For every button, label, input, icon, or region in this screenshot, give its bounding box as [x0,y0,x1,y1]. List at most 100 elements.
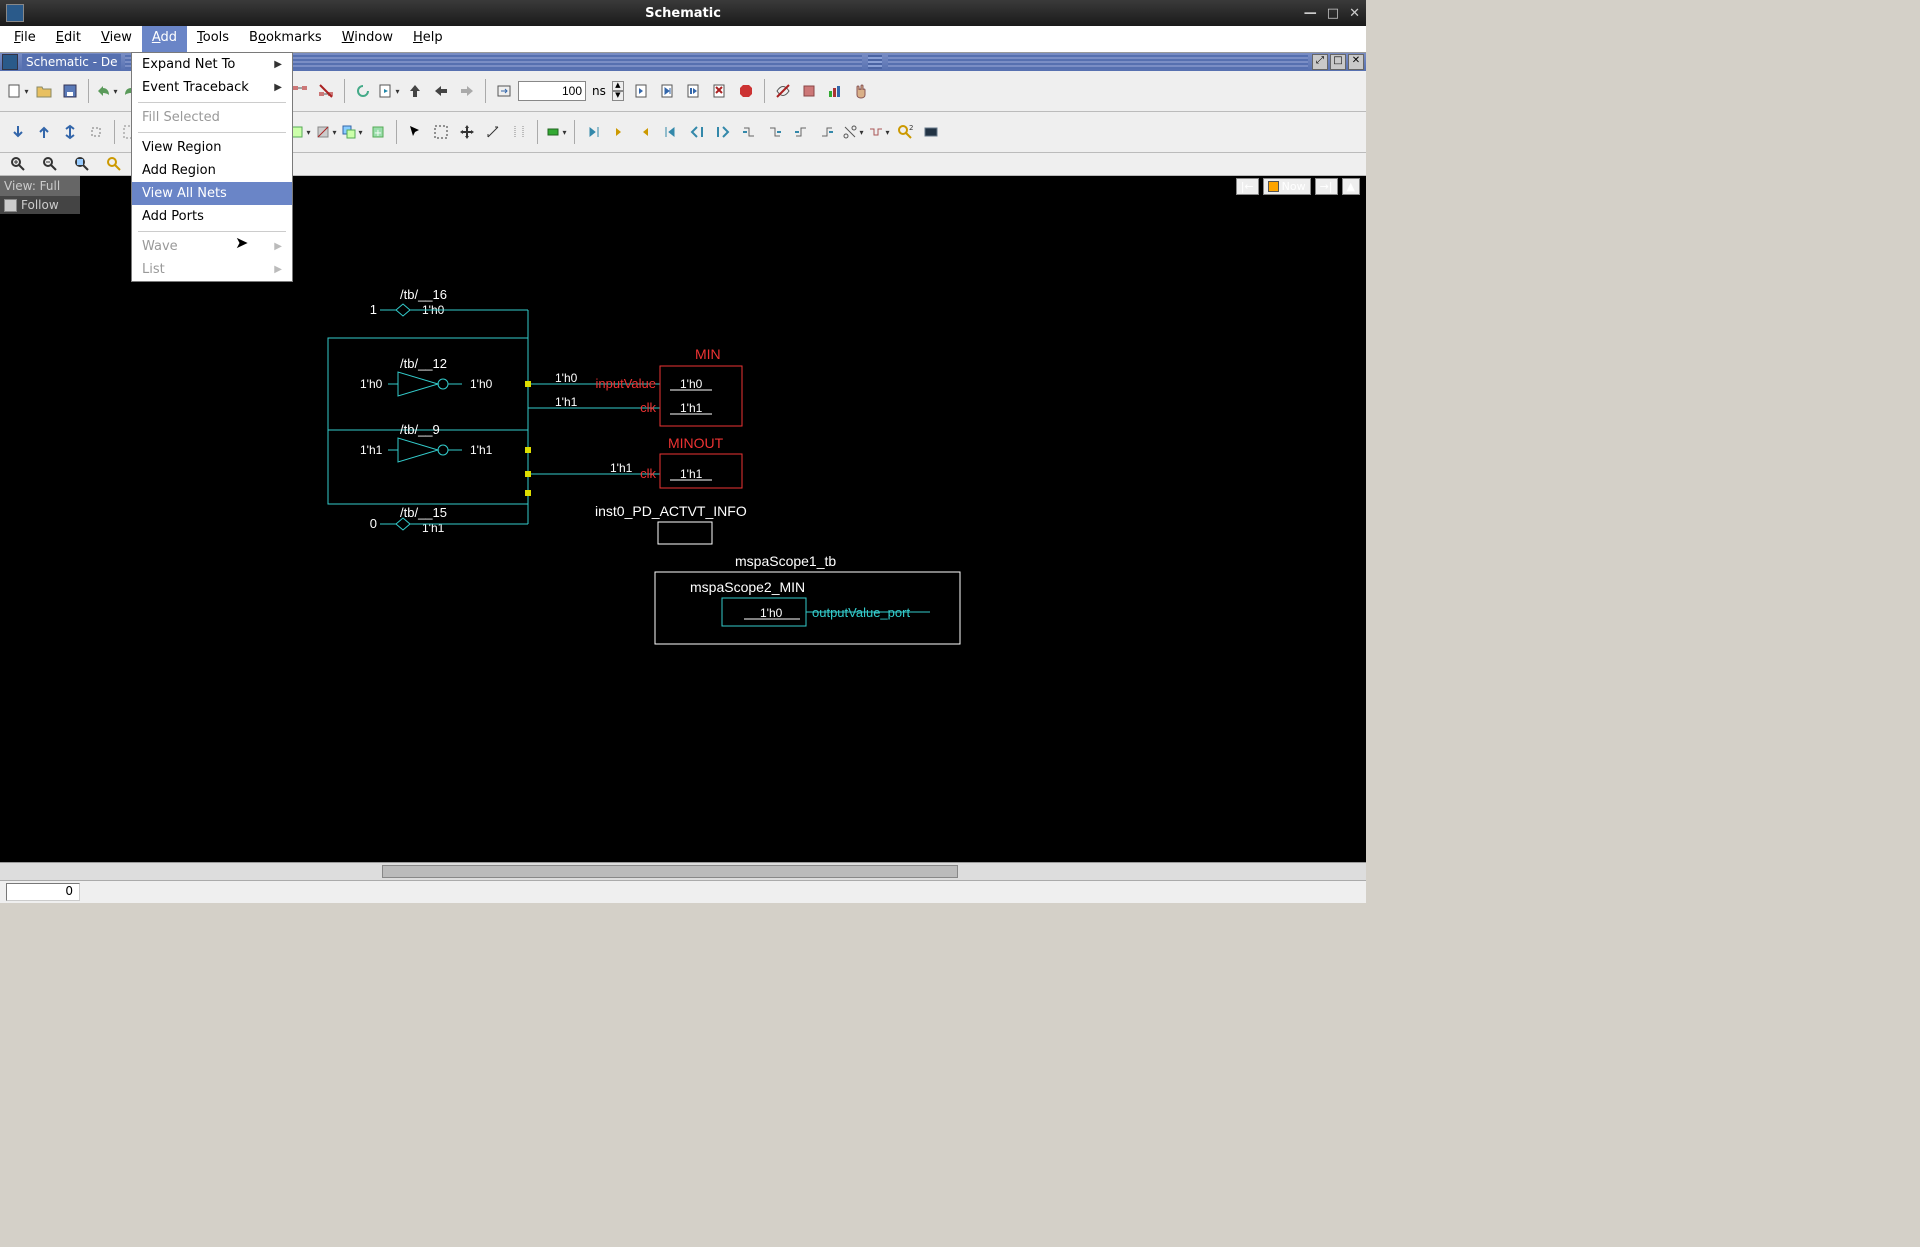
port-inputvalue: inputValue [596,376,656,391]
pan-icon[interactable] [455,120,479,144]
back-arrow-icon[interactable] [429,79,453,103]
doc-restore-button[interactable]: ⤢ [1312,54,1328,70]
search-signal-icon[interactable]: 2 [893,120,917,144]
menu-view[interactable]: View [91,26,142,52]
prev-edge-icon[interactable] [607,120,631,144]
open-icon[interactable] [32,79,56,103]
const-tb-16: 1 [370,302,377,317]
undo-icon[interactable]: ▾ [95,79,119,103]
menu-window[interactable]: Window [332,26,403,52]
doc-close-button[interactable]: ✕ [1348,54,1364,70]
up-arrow-icon[interactable] [403,79,427,103]
next-falling-icon[interactable] [763,120,787,144]
doc-maximize-button[interactable]: □ [1330,54,1346,70]
hand-icon[interactable] [849,79,873,103]
highlight-add-icon[interactable]: + [366,120,390,144]
forward-arrow-icon[interactable] [455,79,479,103]
menu-separator [138,132,286,133]
coverage-icon[interactable] [823,79,847,103]
label-actvt: inst0_PD_ACTVT_INFO [595,503,747,519]
window-title: Schematic [645,6,721,21]
prev-rising-icon[interactable] [789,120,813,144]
menu-file[interactable]: File [4,26,46,52]
show-readers-icon[interactable] [314,79,338,103]
menu-add-region[interactable]: Add Region [132,159,292,182]
time-step-up[interactable]: ▲ [612,81,624,91]
time-step-down[interactable]: ▼ [612,91,624,101]
next-edge-any-icon[interactable] [659,120,683,144]
view-mode-label: View: Full [0,176,80,196]
menu-expand-net-to[interactable]: Expand Net To▶ [132,53,292,76]
markers-icon[interactable] [507,120,531,144]
select-icon[interactable] [403,120,427,144]
anchor-down-icon[interactable] [6,120,30,144]
docbar-grip[interactable] [868,55,882,69]
cut-signal-icon[interactable]: ▾ [841,120,865,144]
memory-icon[interactable] [797,79,821,103]
submenu-arrow-icon: ▶ [274,241,282,252]
close-button[interactable]: ✕ [1349,6,1360,21]
menu-fill-selected: Fill Selected [132,106,292,129]
wave-compare-icon[interactable]: ▾ [867,120,891,144]
run-all-icon[interactable] [630,79,654,103]
goto-end-button[interactable]: →| [1315,178,1338,195]
measure-icon[interactable] [481,120,505,144]
dataflow-icon[interactable] [919,120,943,144]
menu-tools[interactable]: Tools [187,26,239,52]
menu-separator [138,102,286,103]
next-edge-icon[interactable] [633,120,657,144]
run-icon[interactable]: ▾ [377,79,401,103]
zoom-select-icon[interactable] [102,152,126,176]
continue-icon[interactable] [656,79,680,103]
prev-falling-icon[interactable] [737,120,761,144]
minimize-button[interactable]: — [1304,6,1317,21]
anchor-both-icon[interactable] [58,120,82,144]
label-scope1: mspaScope1_tb [735,553,836,569]
prev-transition-icon[interactable] [685,120,709,144]
menu-add-ports[interactable]: Add Ports [132,205,292,228]
time-input[interactable] [518,81,586,101]
new-icon[interactable]: ▾ [6,79,30,103]
zoom-full-icon[interactable] [70,152,94,176]
save-icon[interactable] [58,79,82,103]
menu-edit[interactable]: Edit [46,26,91,52]
restart-icon[interactable] [351,79,375,103]
next-rising-icon[interactable] [815,120,839,144]
anchor-sel-icon[interactable] [84,120,108,144]
val-min-clk: 1'h1 [680,401,703,415]
svg-text:2: 2 [909,124,913,132]
goto-start-button[interactable]: |← [1236,178,1259,195]
menu-add[interactable]: Add [142,26,187,52]
doc-title[interactable]: Schematic - De [22,54,121,70]
zoom-out-icon[interactable] [38,152,62,176]
highlight-copy-icon[interactable]: ▾ [340,120,364,144]
follow-checkbox[interactable] [4,199,17,212]
anchor-up-icon[interactable] [32,120,56,144]
menu-bookmarks[interactable]: Bookmarks [239,26,332,52]
scrollbar-thumb[interactable] [382,865,958,878]
highlight-clear-icon[interactable]: ▾ [314,120,338,144]
stop-icon[interactable] [734,79,758,103]
signal-icon[interactable]: ▾ [544,120,568,144]
follow-row[interactable]: Follow [0,196,80,214]
toolbar-separator [537,120,538,144]
val-minout-clk: 1'h1 [680,467,703,481]
run-length-icon[interactable] [492,79,516,103]
next-transition-icon[interactable] [711,120,735,144]
toggle-leaf-icon[interactable] [771,79,795,103]
horizontal-scrollbar[interactable] [0,862,1366,880]
step-icon[interactable] [682,79,706,103]
now-button[interactable]: Now [1263,178,1311,195]
maximize-button[interactable]: □ [1327,6,1339,21]
menu-help[interactable]: Help [403,26,453,52]
menu-view-all-nets[interactable]: View All Nets [132,182,292,205]
scroll-up-button[interactable]: ▲ [1342,178,1360,195]
zoom-in-icon[interactable] [6,152,30,176]
out-tb-9: 1'h1 [470,443,493,457]
break-icon[interactable] [708,79,732,103]
zoom-area-icon[interactable] [429,120,453,144]
menu-view-region[interactable]: View Region [132,136,292,159]
docbar-stripes [888,55,1308,69]
prev-edge-any-icon[interactable] [581,120,605,144]
menu-event-traceback[interactable]: Event Traceback▶ [132,76,292,99]
